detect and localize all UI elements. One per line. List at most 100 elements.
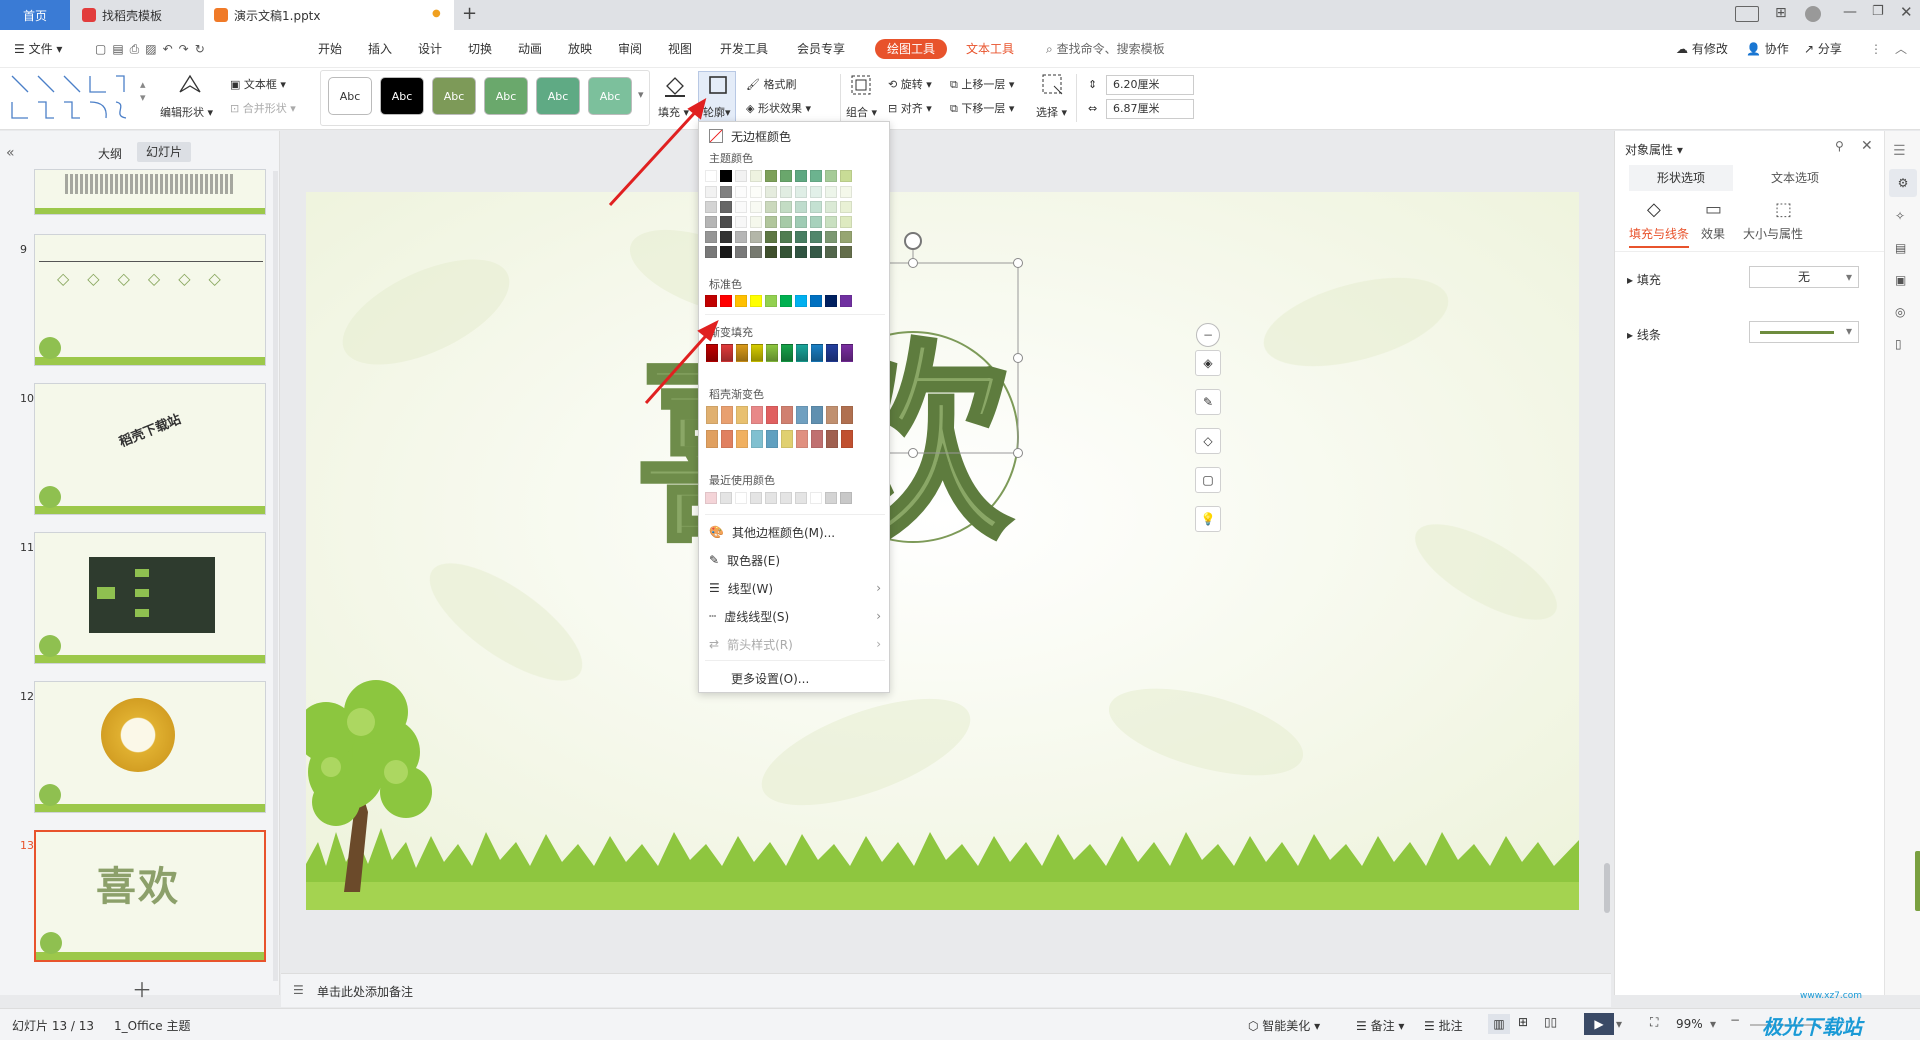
style-sample-olive[interactable]: Abc <box>432 77 476 115</box>
minimize-icon[interactable]: — <box>1843 4 1857 20</box>
theme-color-swatch[interactable] <box>720 216 732 228</box>
gallery-scroll-icon[interactable]: ▴ ▾ <box>140 78 146 104</box>
recent-color-swatch[interactable] <box>735 492 747 504</box>
menu-animation[interactable]: 动画 <box>518 30 542 68</box>
docer-gradient-swatch[interactable] <box>781 430 793 448</box>
standard-color-swatch[interactable] <box>825 295 837 307</box>
theme-color-swatch[interactable] <box>750 170 762 182</box>
slide-canvas[interactable]: 喜 欢 <box>306 192 1579 910</box>
resize-handle[interactable] <box>908 448 918 458</box>
theme-color-swatch[interactable] <box>840 201 852 213</box>
new-tab-button[interactable]: + <box>462 3 477 24</box>
tab-document[interactable]: 演示文稿1.pptx ● <box>204 0 454 30</box>
tab-text-tools[interactable]: 文本工具 <box>966 30 1014 68</box>
close-icon[interactable]: ✕ <box>1900 3 1913 21</box>
gradient-color-swatch[interactable] <box>811 344 823 362</box>
tab-slides[interactable]: 幻灯片 <box>137 142 191 162</box>
resize-handle[interactable] <box>1013 353 1023 363</box>
thumbnail-slide-11[interactable] <box>34 532 266 664</box>
theme-color-swatch[interactable] <box>795 231 807 243</box>
style-sample-white[interactable]: Abc <box>328 77 372 115</box>
recent-color-swatch[interactable] <box>840 492 852 504</box>
theme-color-swatch[interactable] <box>750 231 762 243</box>
format-painter-button[interactable]: 🖌 格式刷 <box>746 76 796 92</box>
docer-gradient-swatch[interactable] <box>796 406 808 424</box>
theme-color-swatch[interactable] <box>825 186 837 198</box>
theme-color-swatch[interactable] <box>720 246 732 258</box>
thumbnail-slide-12[interactable] <box>34 681 266 813</box>
docer-gradient-swatch[interactable] <box>721 430 733 448</box>
layers-icon[interactable]: ◈ <box>1195 350 1221 376</box>
docer-gradient-swatch[interactable] <box>811 430 823 448</box>
menu-slideshow[interactable]: 放映 <box>568 30 592 68</box>
grid-view-icon[interactable]: ⊞ <box>1518 1015 1528 1029</box>
theme-color-swatch[interactable] <box>840 246 852 258</box>
eyedropper-item[interactable]: ✎ 取色器(E) <box>699 548 889 572</box>
theme-color-swatch[interactable] <box>780 231 792 243</box>
reading-view-icon[interactable]: ▯▯ <box>1544 1015 1557 1029</box>
docer-gradient-swatch[interactable] <box>751 430 763 448</box>
comment-button[interactable]: ☰ 批注 <box>1424 1017 1463 1034</box>
theme-color-swatch[interactable] <box>840 231 852 243</box>
theme-color-swatch[interactable] <box>735 201 747 213</box>
theme-color-swatch[interactable] <box>810 201 822 213</box>
theme-color-swatch[interactable] <box>825 170 837 182</box>
lines-gallery[interactable] <box>8 72 138 124</box>
more-settings-item[interactable]: 更多设置(O)... <box>699 666 889 690</box>
animation-icon[interactable]: ✧ <box>1895 209 1905 223</box>
thumbnail-scrollbar[interactable] <box>273 171 278 981</box>
theme-color-swatch[interactable] <box>810 231 822 243</box>
width-input[interactable]: 6.87厘米 <box>1106 99 1194 119</box>
docer-gradient-swatch[interactable] <box>826 406 838 424</box>
gradient-color-swatch[interactable] <box>781 344 793 362</box>
theme-color-swatch[interactable] <box>795 246 807 258</box>
share-button[interactable]: ↗ 分享 <box>1804 30 1842 68</box>
recent-color-swatch[interactable] <box>765 492 777 504</box>
standard-color-swatch[interactable] <box>780 295 792 307</box>
theme-color-swatch[interactable] <box>765 216 777 228</box>
menu-transition[interactable]: 切换 <box>468 30 492 68</box>
book-icon[interactable]: ▯ <box>1895 337 1902 351</box>
theme-color-swatch[interactable] <box>735 186 747 198</box>
standard-color-swatch[interactable] <box>795 295 807 307</box>
avatar[interactable] <box>1805 6 1821 22</box>
menu-view[interactable]: 视图 <box>668 30 692 68</box>
menu-start[interactable]: 开始 <box>318 30 342 68</box>
play-options-icon[interactable]: ▾ <box>1616 1017 1622 1031</box>
file-menu[interactable]: ☰ 文件 ▾ <box>14 30 62 68</box>
shape-effect-button[interactable]: ◈ 形状效果 ▾ <box>746 100 811 116</box>
theme-name[interactable]: 1_Office 主题 <box>114 1017 190 1034</box>
thumbnail-slide-10[interactable]: 稻壳下载站 <box>34 383 266 515</box>
menu-review[interactable]: 审阅 <box>618 30 642 68</box>
standard-color-swatch[interactable] <box>750 295 762 307</box>
gradient-color-swatch[interactable] <box>766 344 778 362</box>
side-tab-handle[interactable] <box>1915 851 1920 911</box>
pin-icon[interactable]: ⚲ <box>1835 139 1844 153</box>
edit-shape-button[interactable]: 编辑形状 ▾ <box>160 104 213 120</box>
docer-gradient-swatch[interactable] <box>781 406 793 424</box>
theme-color-swatch[interactable] <box>840 216 852 228</box>
tab-text-options[interactable]: 文本选项 <box>1743 165 1847 191</box>
gradient-color-swatch[interactable] <box>751 344 763 362</box>
recent-color-swatch[interactable] <box>705 492 717 504</box>
docer-gradient-swatch[interactable] <box>736 406 748 424</box>
theme-color-swatch[interactable] <box>810 186 822 198</box>
docer-gradient-swatch[interactable] <box>826 430 838 448</box>
collapse-ribbon-icon[interactable]: ︿ <box>1895 30 1907 68</box>
rotate-button[interactable]: ⟲ 旋转 ▾ <box>888 76 932 92</box>
theme-color-swatch[interactable] <box>750 216 762 228</box>
theme-color-swatch[interactable] <box>795 186 807 198</box>
recent-color-swatch[interactable] <box>750 492 762 504</box>
bulb-icon[interactable]: 💡 <box>1195 506 1221 532</box>
recent-color-swatch[interactable] <box>780 492 792 504</box>
zoom-options-icon[interactable]: ▾ <box>1710 1017 1716 1031</box>
subtab-fill-line[interactable]: 填充与线条 <box>1629 225 1690 248</box>
standard-color-swatch[interactable] <box>810 295 822 307</box>
theme-color-swatch[interactable] <box>810 170 822 182</box>
menu-member[interactable]: 会员专享 <box>797 30 845 68</box>
docer-gradient-swatch[interactable] <box>751 406 763 424</box>
theme-color-swatch[interactable] <box>735 246 747 258</box>
theme-color-swatch[interactable] <box>825 231 837 243</box>
beautify-button[interactable]: ⬡ 智能美化 ▾ <box>1248 1017 1320 1034</box>
fill-select[interactable]: 无 ▾ <box>1749 266 1859 288</box>
